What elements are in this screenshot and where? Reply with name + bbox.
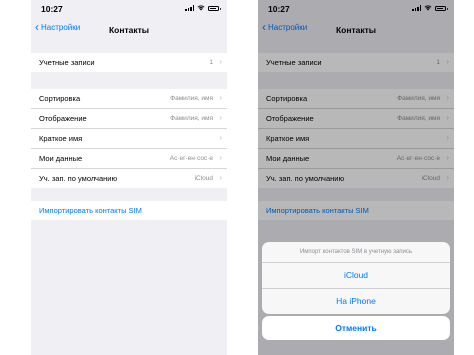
row-label: Мои данные bbox=[39, 154, 83, 163]
options-group: Сортировка Фамилия, имя › Отображение Фа… bbox=[31, 89, 227, 188]
settings-screen-with-sheet: 10:27 ‹ Настройки Контакты Учетные запис… bbox=[258, 0, 454, 355]
settings-screen: 10:27 ‹ Настройки Контакты Учетные запис… bbox=[31, 0, 227, 355]
row-value: 1 bbox=[209, 58, 213, 66]
wifi-icon bbox=[197, 5, 205, 11]
chevron-right-icon: › bbox=[219, 173, 222, 182]
row-accounts[interactable]: Учетные записи 1 › bbox=[31, 53, 227, 72]
row-value: iCloud bbox=[194, 174, 213, 182]
row-my-info[interactable]: Мои данные Ас·ег·ен·сос·е › bbox=[31, 149, 227, 169]
battery-icon bbox=[208, 5, 221, 11]
status-icons bbox=[185, 5, 221, 11]
row-default-account[interactable]: Уч. зап. по умолчанию iCloud › bbox=[31, 169, 227, 188]
import-sim-link[interactable]: Импортировать контакты SIM bbox=[39, 206, 142, 215]
chevron-right-icon: › bbox=[219, 93, 222, 102]
signal-icon bbox=[185, 5, 194, 11]
chevron-right-icon: › bbox=[219, 57, 222, 66]
row-label: Учетные записи bbox=[39, 58, 95, 67]
row-value: Фамилия, имя bbox=[170, 94, 213, 102]
chevron-right-icon: › bbox=[219, 113, 222, 122]
option-icloud-button[interactable]: iCloud bbox=[262, 263, 450, 289]
chevron-right-icon: › bbox=[219, 153, 222, 162]
row-value: Ас·ег·ен·сос·е bbox=[169, 154, 213, 162]
action-sheet-title: Импорт контактов SIM в учетную запись bbox=[262, 242, 450, 263]
row-value: Фамилия, имя bbox=[170, 114, 213, 122]
row-display[interactable]: Отображение Фамилия, имя › bbox=[31, 109, 227, 129]
option-on-iphone-button[interactable]: На iPhone bbox=[262, 289, 450, 314]
row-label: Сортировка bbox=[39, 94, 81, 103]
page-title: Контакты bbox=[108, 25, 150, 35]
row-label: Краткое имя bbox=[39, 134, 83, 143]
row-sort[interactable]: Сортировка Фамилия, имя › bbox=[31, 89, 227, 109]
action-sheet: Импорт контактов SIM в учетную запись iC… bbox=[262, 242, 450, 314]
status-time: 10:27 bbox=[41, 4, 63, 14]
row-label: Отображение bbox=[39, 114, 87, 123]
cancel-button[interactable]: Отменить bbox=[262, 316, 450, 340]
navigation-bar: ‹ Настройки Контакты bbox=[31, 20, 227, 40]
import-group: Импортировать контакты SIM bbox=[31, 201, 227, 220]
chevron-right-icon: › bbox=[219, 133, 222, 142]
row-short-name[interactable]: Краткое имя › bbox=[31, 129, 227, 149]
accounts-group: Учетные записи 1 › bbox=[31, 53, 227, 72]
row-label: Уч. зап. по умолчанию bbox=[39, 174, 118, 183]
row-import-sim[interactable]: Импортировать контакты SIM bbox=[31, 201, 227, 220]
status-bar: 10:27 bbox=[31, 0, 227, 20]
